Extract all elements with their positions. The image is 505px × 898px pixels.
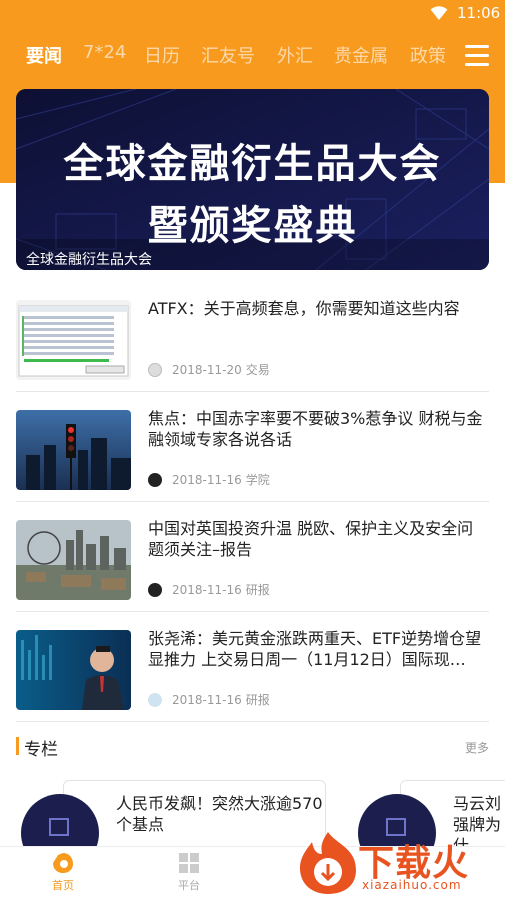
banner-title-line1: 全球金融衍生品大会 — [63, 141, 442, 187]
news-item[interactable]: 中国对英国投资升温 脱欧、保护主义及安全问题须关注–报告 2018-11-16 … — [16, 502, 489, 612]
channel-tabs: 要闻 7*24 日历 汇友号 外汇 贵金属 政策 — [0, 34, 505, 74]
grid-icon — [179, 853, 199, 873]
nav-platform-label: 平台 — [178, 879, 200, 892]
news-date: 2018-11-16 — [172, 692, 242, 707]
status-time: 11:06 — [457, 4, 501, 22]
nav-home[interactable]: 首页 — [38, 851, 88, 893]
watermark-url: xiazaihuo.com — [362, 878, 462, 892]
more-link[interactable]: 更多 — [465, 739, 489, 756]
section-accent-bar — [16, 737, 19, 755]
news-meta: 2018-11-16 研报 — [148, 691, 270, 708]
tab-calendar[interactable]: 日历 — [144, 42, 180, 68]
wechat-source-icon — [148, 362, 162, 377]
source-logo-icon — [148, 472, 162, 487]
source-logo-icon — [148, 692, 162, 707]
tab-policy[interactable]: 政策 — [410, 42, 446, 68]
news-thumbnail — [16, 520, 131, 600]
banner-title-line2: 暨颁奖盛典 — [147, 203, 358, 249]
wifi-icon — [430, 6, 448, 20]
news-thumbnail — [16, 630, 131, 710]
news-category: 交易 — [245, 363, 270, 377]
site-watermark: 下载火 xiazaihuo.com — [296, 828, 505, 898]
author-logo-icon — [49, 818, 69, 836]
news-date: 2018-11-16 — [172, 582, 242, 597]
news-title: ATFX：关于高频套息，你需要知道这些内容 — [148, 299, 460, 318]
column-card-title: 人民币发飙！突然大涨逾570个基点 — [116, 794, 323, 834]
news-meta: 2018-11-20 交易 — [148, 361, 270, 378]
nav-home-label: 首页 — [52, 879, 74, 892]
news-date: 2018-11-16 — [172, 472, 242, 487]
news-item[interactable]: 张尧浠：美元黄金涨跌两重天、ETF逆势增仓望显推力 上交易日周一（11月12日）… — [16, 612, 489, 722]
tab-huiyouhao[interactable]: 汇友号 — [201, 42, 255, 68]
nav-platform[interactable]: 平台 — [164, 851, 214, 893]
hero-banner[interactable]: 全球金融衍生品大会 暨颁奖盛典 全球金融衍生品大会 — [16, 89, 489, 270]
news-category: 学院 — [245, 473, 270, 487]
news-thumbnail — [16, 410, 131, 490]
news-category: 研报 — [245, 583, 270, 597]
column-section-header: 专栏 更多 — [16, 735, 489, 760]
news-title: 焦点：中国赤字率要不要破3%惹争议 财税与金融领域专家各说各话 — [148, 409, 483, 449]
tab-7x24[interactable]: 7*24 — [83, 42, 126, 63]
news-meta: 2018-11-16 学院 — [148, 471, 270, 488]
news-date: 2018-11-20 — [172, 362, 242, 377]
news-item[interactable]: 焦点：中国赤字率要不要破3%惹争议 财税与金融领域专家各说各话 2018-11-… — [16, 392, 489, 502]
news-meta: 2018-11-16 研报 — [148, 581, 270, 598]
home-icon — [53, 853, 73, 873]
news-item[interactable]: ATFX：关于高频套息，你需要知道这些内容 2018-11-20 交易 — [16, 282, 489, 392]
news-category: 研报 — [245, 693, 270, 707]
news-title: 张尧浠：美元黄金涨跌两重天、ETF逆势增仓望显推力 上交易日周一（11月12日）… — [148, 629, 482, 669]
status-bar: 11:06 — [0, 0, 505, 26]
banner-caption: 全球金融衍生品大会 — [26, 252, 152, 268]
flame-logo-icon — [300, 832, 356, 894]
news-thumbnail — [16, 300, 131, 380]
news-title: 中国对英国投资升温 脱欧、保护主义及安全问题须关注–报告 — [148, 519, 474, 559]
tab-forex[interactable]: 外汇 — [277, 42, 313, 68]
source-logo-icon — [148, 582, 162, 597]
tab-precious-metals[interactable]: 贵金属 — [334, 42, 388, 68]
section-title: 专栏 — [24, 740, 58, 760]
tab-headlines[interactable]: 要闻 — [26, 42, 62, 68]
menu-icon[interactable] — [463, 43, 491, 69]
